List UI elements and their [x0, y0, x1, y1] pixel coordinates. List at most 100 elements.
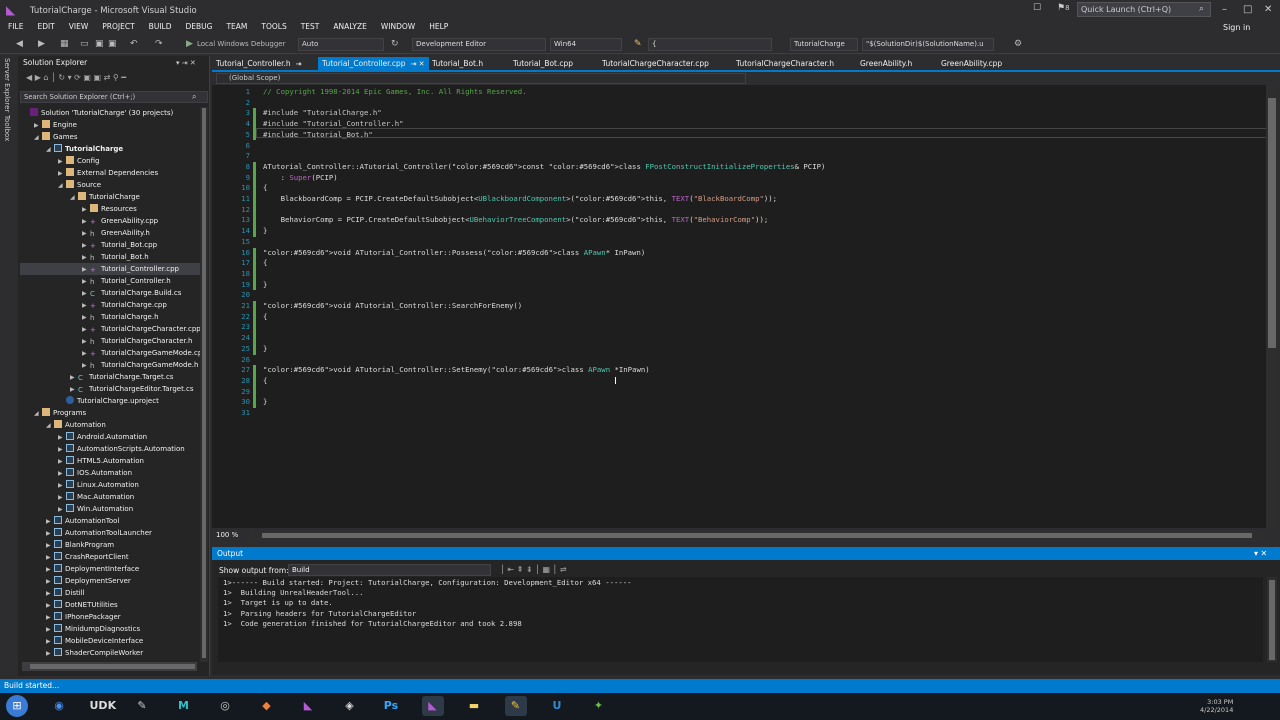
code-line[interactable]: "color:#569cd6">void ATutorial_Controlle… — [263, 301, 522, 310]
code-line[interactable]: #include "Tutorial_Controller.h" — [263, 119, 404, 128]
tree-node[interactable]: ▶ External Dependencies — [20, 167, 200, 179]
tree-node[interactable]: ▶ C TutorialChargeEditor.Target.cs — [20, 383, 200, 395]
photoshop-icon[interactable]: Ps — [380, 696, 402, 716]
code-line[interactable]: // Copyright 1998-2014 Epic Games, Inc. … — [263, 87, 527, 96]
quick-launch-input[interactable]: Quick Launch (Ctrl+Q) — [1077, 2, 1211, 17]
menu-analyze[interactable]: ANALYZE — [333, 22, 367, 31]
save-icon[interactable]: ▣ — [95, 39, 104, 49]
solution-config-select[interactable]: Development Editor — [412, 38, 546, 51]
start-icon[interactable]: ▶ — [186, 39, 193, 49]
tree-node[interactable]: ▶ h Tutorial_Controller.h — [20, 275, 200, 287]
code-line[interactable]: : Super(PCIP) — [263, 173, 338, 182]
code-line[interactable]: } — [263, 397, 267, 406]
back-icon[interactable]: ◀ ▶ ⌂ │ ↻ ▾ ⟳ ▣ ▣ ⇄ ⚲ ━ — [26, 73, 126, 82]
tree-node[interactable]: ▶ + TutorialChargeGameMode.cpp — [20, 347, 200, 359]
platform-select[interactable]: Win64 — [550, 38, 622, 51]
find-in-files-icon[interactable]: ✎ — [634, 39, 642, 49]
tree-node[interactable]: ▶ Resources — [20, 203, 200, 215]
udk-icon[interactable]: UDK — [90, 696, 117, 716]
tree-node[interactable]: ▶ DeploymentServer — [20, 575, 200, 587]
tab-tutorial-bot-h[interactable]: Tutorial_Bot.h — [432, 59, 483, 68]
sticky-icon[interactable]: ✎ — [504, 696, 527, 716]
game-icon[interactable]: ✦ — [588, 696, 610, 716]
code-line[interactable]: #include "TutorialCharge.h" — [263, 108, 382, 117]
menu-test[interactable]: TEST — [301, 22, 320, 31]
vs2-icon[interactable]: ◣ — [421, 696, 444, 716]
maximize-button[interactable]: □ — [1243, 4, 1252, 15]
undo-icon[interactable]: ↶ — [130, 39, 138, 49]
tree-node[interactable]: ▶ Win.Automation — [20, 503, 200, 515]
menu-debug[interactable]: DEBUG — [185, 22, 212, 31]
tree-node[interactable]: ▶ + GreenAbility.cpp — [20, 215, 200, 227]
menu-edit[interactable]: EDIT — [37, 22, 54, 31]
tree-node[interactable]: ▶ h TutorialChargeGameMode.h — [20, 359, 200, 371]
code-line[interactable]: { — [263, 376, 267, 385]
expand-toggle-icon[interactable]: ▶ — [46, 648, 54, 660]
tree-node[interactable]: ▶ Android.Automation — [20, 431, 200, 443]
tree-node[interactable]: ▶ Distill — [20, 587, 200, 599]
editor-horizontal-scroll-thumb[interactable] — [262, 533, 1252, 538]
macro-input[interactable]: "$(SolutionDir)$(SolutionName).u — [862, 38, 994, 51]
refresh-icon[interactable]: ↻ — [391, 39, 399, 49]
minimize-button[interactable]: – — [1222, 4, 1227, 15]
code-line[interactable]: { — [263, 312, 267, 321]
tree-node[interactable]: ◢ Source — [20, 179, 200, 191]
tree-node[interactable]: ▶ ShaderCompileWorker — [20, 647, 200, 659]
forward-icon[interactable]: ▶ — [38, 39, 45, 49]
unreal-icon[interactable]: U — [546, 696, 568, 716]
tab-pin-close-icon[interactable]: ⇥ — [296, 60, 302, 68]
menu-file[interactable]: FILE — [8, 22, 23, 31]
open-icon[interactable]: ▭ — [80, 39, 89, 49]
tree-node[interactable]: ◢ TutorialCharge — [20, 143, 200, 155]
editor-vertical-scroll-thumb[interactable] — [1268, 98, 1276, 348]
tab-greenability-cpp[interactable]: GreenAbility.cpp — [941, 59, 1002, 68]
code-line[interactable]: "color:#569cd6">void ATutorial_Controlle… — [263, 365, 650, 374]
config-select[interactable]: Auto — [298, 38, 384, 51]
new-project-icon[interactable]: ▦ — [60, 39, 69, 49]
tree-node[interactable]: ▶ C TutorialCharge.Target.cs — [20, 371, 200, 383]
notepad-icon[interactable]: ✎ — [131, 696, 153, 716]
menu-project[interactable]: PROJECT — [102, 22, 134, 31]
tree-node[interactable]: ▶ C TutorialCharge.Build.cs — [20, 287, 200, 299]
server-explorer-tab[interactable]: Server Explorer — [3, 58, 11, 112]
tree-node[interactable]: Solution 'TutorialCharge' (30 projects) — [20, 107, 200, 119]
feedback-icon[interactable]: ☐ — [1033, 3, 1041, 13]
tab-tutorialchargecharacter-cpp[interactable]: TutorialChargeCharacter.cpp — [602, 59, 709, 68]
tree-node[interactable]: ▶ + Tutorial_Bot.cpp — [20, 239, 200, 251]
notification-icon[interactable]: ⚑8 — [1057, 3, 1070, 13]
tree-vertical-scroll-thumb[interactable] — [202, 108, 206, 658]
menu-build[interactable]: BUILD — [149, 22, 172, 31]
save-all-icon[interactable]: ▣ — [108, 39, 117, 49]
tab-greenability-h[interactable]: GreenAbility.h — [860, 59, 912, 68]
find-input[interactable]: { — [648, 38, 772, 51]
tree-node[interactable]: ▶ IPhonePackager — [20, 611, 200, 623]
paint-icon[interactable]: ◆ — [256, 696, 278, 716]
sign-in-link[interactable]: Sign in — [1223, 23, 1250, 32]
redo-icon[interactable]: ↷ — [155, 39, 163, 49]
menu-view[interactable]: VIEW — [69, 22, 89, 31]
menu-team[interactable]: TEAM — [226, 22, 247, 31]
code-line[interactable]: #include "Tutorial_Bot.h" — [263, 130, 373, 139]
tree-horizontal-scroll-thumb[interactable] — [30, 664, 195, 669]
project-select[interactable]: TutorialCharge — [790, 38, 858, 51]
chrome-icon[interactable]: ◉ — [48, 696, 70, 716]
tree-node[interactable]: ▶ h TutorialChargeCharacter.h — [20, 335, 200, 347]
code-line[interactable]: { — [263, 258, 267, 267]
menu-window[interactable]: WINDOW — [381, 22, 415, 31]
start-button[interactable]: ⊞ — [6, 695, 28, 717]
folder-icon[interactable]: ▬ — [463, 696, 485, 716]
debugger-label[interactable]: Local Windows Debugger — [197, 40, 286, 48]
output-toolbar[interactable]: │ ⇤ ⇞ ⇟ │ ▦ │ ⇌ — [500, 565, 567, 574]
tree-node[interactable]: ▶ Linux.Automation — [20, 479, 200, 491]
tree-node[interactable]: ▶ + Tutorial_Controller.cpp — [20, 263, 200, 275]
code-line[interactable]: "color:#569cd6">void ATutorial_Controlle… — [263, 248, 645, 257]
code-line[interactable]: } — [263, 344, 267, 353]
toolbox-tab[interactable]: Toolbox — [3, 115, 11, 141]
tree-node[interactable]: ▶ h TutorialCharge.h — [20, 311, 200, 323]
settings-icon[interactable]: ⚙ — [1014, 39, 1022, 49]
tree-node[interactable]: ▶ h Tutorial_Bot.h — [20, 251, 200, 263]
code-line[interactable]: { — [263, 183, 267, 192]
eye-icon[interactable]: ◎ — [214, 696, 236, 716]
output-source-select[interactable]: Build — [288, 564, 491, 576]
pin-icon[interactable]: ▾ ⇥ ✕ — [176, 59, 196, 67]
